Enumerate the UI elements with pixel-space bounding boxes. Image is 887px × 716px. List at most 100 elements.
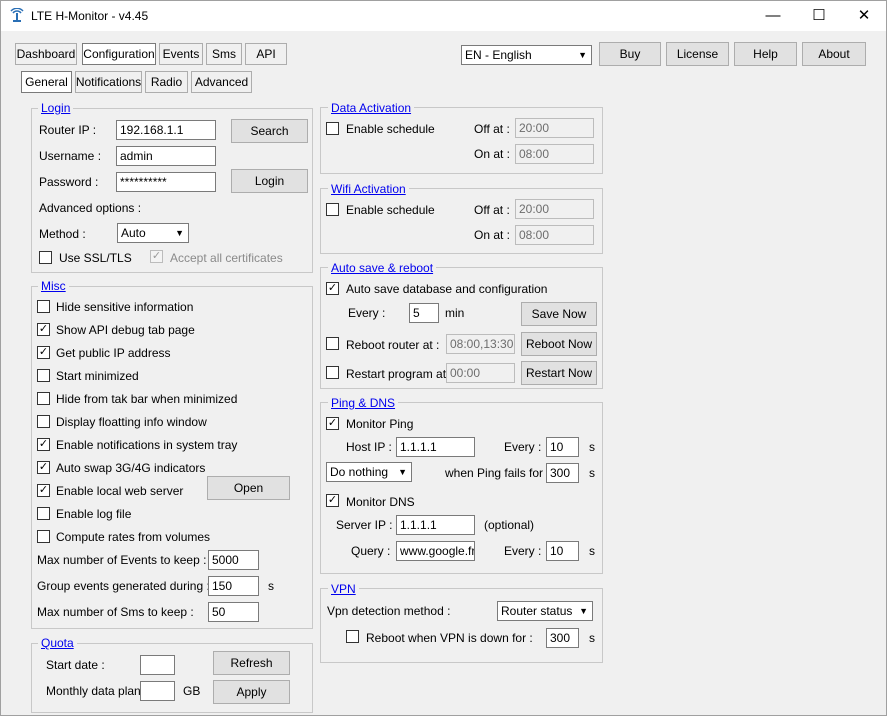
host-ip-input[interactable]: 1.1.1.1 — [396, 437, 475, 457]
every-input[interactable]: 5 — [409, 303, 439, 323]
max-sms-input[interactable]: 50 — [208, 602, 259, 622]
close-button[interactable]: ✕ — [841, 1, 887, 31]
reboot-router-checkbox[interactable] — [326, 337, 339, 350]
tab-dashboard[interactable]: Dashboard — [15, 43, 77, 65]
misc-checkbox[interactable]: ✓ — [37, 323, 50, 336]
data-on-input[interactable]: 08:00 — [515, 144, 594, 164]
every-label: Every : — [348, 306, 386, 320]
server-ip-input[interactable]: 1.1.1.1 — [396, 515, 475, 535]
misc-option-label: Enable notifications in system tray — [56, 438, 238, 452]
restart-program-checkbox[interactable] — [326, 366, 339, 379]
dns-every-input[interactable]: 10 — [546, 541, 579, 561]
tab-general[interactable]: General — [21, 71, 72, 93]
group-events-input[interactable]: 150 — [208, 576, 259, 596]
search-button[interactable]: Search — [231, 119, 308, 143]
misc-title[interactable]: Misc — [38, 279, 69, 293]
wifi-schedule-checkbox[interactable] — [326, 203, 339, 216]
misc-checkbox[interactable]: ✓ — [37, 346, 50, 359]
router-ip-input[interactable]: 192.168.1.1 — [116, 120, 216, 140]
misc-checkbox[interactable]: ✓ — [37, 461, 50, 474]
username-input[interactable]: admin — [116, 146, 216, 166]
buy-button[interactable]: Buy — [599, 42, 661, 66]
restart-program-input[interactable]: 00:00 — [446, 363, 515, 383]
every-unit: min — [445, 306, 465, 320]
misc-checkbox[interactable] — [37, 415, 50, 428]
misc-option-label: Display floatting info window — [56, 415, 207, 429]
group-events-unit: s — [268, 579, 274, 593]
ping-every-input[interactable]: 10 — [546, 437, 579, 457]
tab-radio[interactable]: Radio — [145, 71, 188, 93]
monitor-ping-label: Monitor Ping — [346, 417, 414, 431]
tab-api[interactable]: API — [245, 43, 287, 65]
ping-action-dropdown[interactable]: Do nothing ▼ — [326, 462, 412, 482]
start-date-input[interactable] — [140, 655, 175, 675]
misc-group — [31, 286, 313, 629]
login-title[interactable]: Login — [38, 101, 74, 115]
data-plan-input[interactable] — [140, 681, 175, 701]
misc-option-label: Compute rates from volumes — [56, 530, 211, 544]
ping-fails-input[interactable]: 300 — [546, 463, 579, 483]
quota-title[interactable]: Quota — [38, 636, 77, 650]
tab-events[interactable]: Events — [159, 43, 203, 65]
minimize-button[interactable]: — — [750, 1, 796, 31]
monitor-dns-checkbox[interactable]: ✓ — [326, 494, 339, 507]
max-events-input[interactable]: 5000 — [208, 550, 259, 570]
wifi-activation-title[interactable]: Wifi Activation — [328, 182, 409, 196]
tab-advanced[interactable]: Advanced — [191, 71, 252, 93]
save-now-button[interactable]: Save Now — [521, 302, 597, 326]
misc-checkbox[interactable] — [37, 530, 50, 543]
chevron-down-icon: ▼ — [398, 467, 407, 477]
accept-certs-checkbox[interactable]: ✓ — [150, 250, 163, 263]
refresh-button[interactable]: Refresh — [213, 651, 290, 675]
misc-checkbox[interactable] — [37, 507, 50, 520]
language-dropdown[interactable]: EN - English ▼ — [461, 45, 592, 65]
ping-dns-title[interactable]: Ping & DNS — [328, 396, 399, 410]
optional-label: (optional) — [484, 518, 535, 532]
wifi-on-label: On at : — [474, 228, 511, 242]
data-off-label: Off at : — [474, 122, 510, 136]
open-button[interactable]: Open — [207, 476, 290, 500]
chevron-down-icon: ▼ — [579, 606, 588, 616]
vpn-reboot-input[interactable]: 300 — [546, 628, 579, 648]
data-plan-label: Monthly data plan : — [46, 684, 148, 698]
password-input[interactable]: ********** — [116, 172, 216, 192]
reboot-router-input[interactable]: 08:00,13:30 — [446, 334, 515, 354]
login-button[interactable]: Login — [231, 169, 308, 193]
tab-sms[interactable]: Sms — [206, 43, 242, 65]
help-button[interactable]: Help — [734, 42, 797, 66]
apply-button[interactable]: Apply — [213, 680, 290, 704]
wifi-off-input[interactable]: 20:00 — [515, 199, 594, 219]
misc-checkbox[interactable] — [37, 369, 50, 382]
vpn-method-value: Router status — [501, 604, 573, 618]
misc-checkbox[interactable] — [37, 392, 50, 405]
misc-option-label: Hide from tak bar when minimized — [56, 392, 238, 406]
reboot-now-button[interactable]: Reboot Now — [521, 332, 597, 356]
data-activation-title[interactable]: Data Activation — [328, 101, 415, 115]
dns-every-unit: s — [589, 544, 595, 558]
license-button[interactable]: License — [666, 42, 729, 66]
vpn-reboot-checkbox[interactable] — [346, 630, 359, 643]
vpn-title[interactable]: VPN — [328, 582, 359, 596]
wifi-on-input[interactable]: 08:00 — [515, 225, 594, 245]
monitor-ping-checkbox[interactable]: ✓ — [326, 417, 339, 430]
data-schedule-checkbox[interactable] — [326, 122, 339, 135]
misc-checkbox[interactable] — [37, 300, 50, 313]
method-dropdown[interactable]: Auto ▼ — [117, 223, 189, 243]
ssl-label: Use SSL/TLS — [59, 251, 132, 265]
ssl-checkbox[interactable] — [39, 251, 52, 264]
data-off-input[interactable]: 20:00 — [515, 118, 594, 138]
misc-checkbox[interactable]: ✓ — [37, 484, 50, 497]
tab-notifications[interactable]: Notifications — [75, 71, 142, 93]
maximize-button[interactable]: ☐ — [796, 1, 842, 31]
about-button[interactable]: About — [802, 42, 866, 66]
tab-configuration[interactable]: Configuration — [82, 43, 156, 65]
misc-checkbox[interactable]: ✓ — [37, 438, 50, 451]
misc-option-label: Hide sensitive information — [56, 300, 194, 314]
autosave-checkbox[interactable]: ✓ — [326, 282, 339, 295]
autosave-title[interactable]: Auto save & reboot — [328, 261, 437, 275]
query-label: Query : — [351, 544, 391, 558]
query-input[interactable]: www.google.fr — [396, 541, 475, 561]
restart-now-button[interactable]: Restart Now — [521, 361, 597, 385]
vpn-method-dropdown[interactable]: Router status ▼ — [497, 601, 593, 621]
vpn-group — [320, 588, 603, 663]
